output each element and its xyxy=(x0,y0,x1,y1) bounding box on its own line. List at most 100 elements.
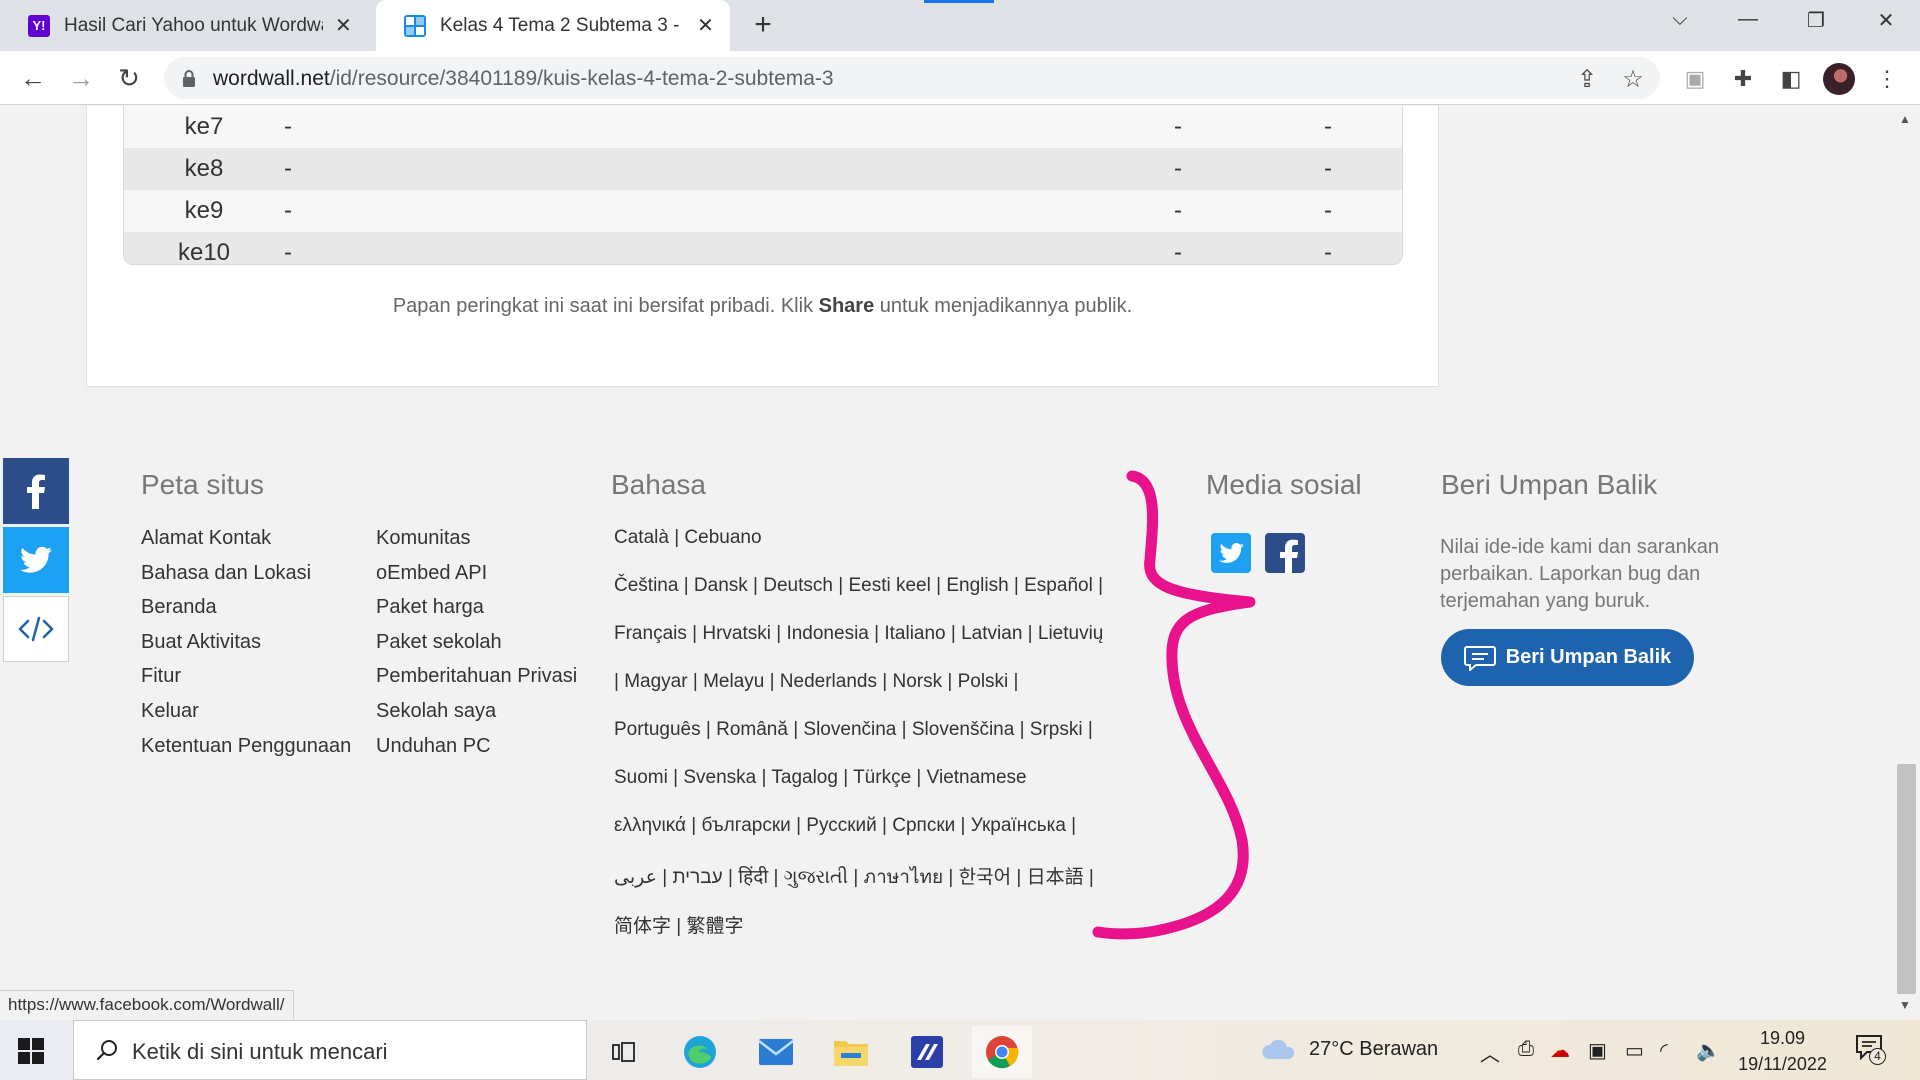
scroll-down-icon[interactable]: ▼ xyxy=(1899,998,1911,1012)
tab-search-chevron-icon[interactable]: ⌵ xyxy=(1660,8,1700,31)
volume-icon[interactable]: 🔈 xyxy=(1696,1038,1721,1063)
hand-drawn-brace-annotation xyxy=(1092,470,1256,940)
url-text: wordwall.net/id/resource/38401189/kuis-k… xyxy=(213,67,834,90)
notification-center-icon[interactable]: 4 xyxy=(1855,1034,1886,1065)
close-tab-icon[interactable]: ✕ xyxy=(333,13,354,38)
footer-link[interactable]: Fitur xyxy=(141,665,181,688)
meet-now-icon[interactable]: ⎙ xyxy=(1518,1038,1534,1061)
language-heading: Bahasa xyxy=(611,469,706,500)
vs-code-like-app-icon[interactable] xyxy=(897,1026,957,1078)
footer-link[interactable]: Unduhan PC xyxy=(376,735,491,758)
score-cell: - xyxy=(1174,155,1182,182)
embed-button[interactable] xyxy=(3,596,69,662)
taskbar-clock[interactable]: 19.09 19/11/2022 xyxy=(1735,1025,1830,1077)
chat-bubble-icon xyxy=(1463,645,1496,671)
facebook-icon[interactable] xyxy=(1265,533,1305,573)
profile-avatar[interactable] xyxy=(1823,63,1855,95)
table-row: ke7 - - - xyxy=(124,106,1402,148)
file-explorer-icon[interactable] xyxy=(821,1026,881,1078)
weather-text[interactable]: 27°C Berawan xyxy=(1309,1038,1438,1061)
footer-link[interactable]: Pemberitahuan Privasi xyxy=(376,665,577,688)
side-panel-icon[interactable]: ◧ xyxy=(1776,64,1806,94)
close-tab-icon[interactable]: ✕ xyxy=(695,13,716,38)
wifi-icon[interactable]: ◜ xyxy=(1660,1038,1668,1063)
lock-icon xyxy=(183,70,195,87)
footer-link[interactable]: Buat Aktivitas xyxy=(141,631,261,654)
bookmark-star-icon[interactable]: ☆ xyxy=(1618,65,1648,94)
facebook-icon xyxy=(27,474,45,509)
language-links-row[interactable]: Čeština | Dansk | Deutsch | Eesti keel |… xyxy=(614,575,1103,597)
tab-title: Kelas 4 Tema 2 Subtema 3 - Kuis xyxy=(440,14,685,36)
language-links-row[interactable]: Français | Hrvatski | Indonesia | Italia… xyxy=(614,623,1154,645)
footer-link[interactable]: Paket harga xyxy=(376,596,484,619)
score-cell: - xyxy=(1174,113,1182,140)
reload-icon[interactable]: ↻ xyxy=(112,61,146,95)
address-bar[interactable]: wordwall.net/id/resource/38401189/kuis-k… xyxy=(164,57,1660,99)
name-cell: - xyxy=(284,197,292,224)
footer-link[interactable]: Komunitas xyxy=(376,527,471,550)
language-links-row[interactable]: 简体字 | 繁體字 xyxy=(614,911,744,938)
language-links-row[interactable]: Português | Română | Slovenčina | Sloven… xyxy=(614,719,1093,741)
mail-icon[interactable] xyxy=(746,1026,806,1078)
onedrive-error-icon[interactable]: ☁ xyxy=(1550,1038,1570,1063)
language-links-row[interactable]: Suomi | Svenska | Tagalog | Türkçe | Vie… xyxy=(614,767,1027,789)
language-links-row[interactable]: | Magyar | Melayu | Nederlands | Norsk |… xyxy=(614,671,1018,693)
footer-link[interactable]: oEmbed API xyxy=(376,562,487,585)
share-icon[interactable]: ⇪ xyxy=(1572,65,1602,94)
name-cell: - xyxy=(284,239,292,265)
rank-cell: ke7 xyxy=(184,113,224,140)
link-status-bar: https://www.facebook.com/Wordwall/ xyxy=(0,990,294,1019)
notification-count-badge: 4 xyxy=(1869,1048,1886,1065)
search-icon xyxy=(96,1040,117,1061)
footer-link[interactable]: Ketentuan Penggunaan xyxy=(141,735,351,758)
close-window-icon[interactable]: ✕ xyxy=(1866,8,1906,33)
score-cell: - xyxy=(1174,239,1182,265)
tab-strip: Y! Hasil Cari Yahoo untuk Wordwall ✕ Kel… xyxy=(0,0,1920,51)
twitter-icon xyxy=(20,546,52,573)
tab-wordwall-quiz[interactable]: Kelas 4 Tema 2 Subtema 3 - Kuis ✕ xyxy=(376,0,730,51)
forward-icon[interactable]: → xyxy=(64,61,98,95)
restore-icon[interactable]: ❐ xyxy=(1796,8,1836,33)
clock-time: 19.09 xyxy=(1759,1028,1806,1048)
language-links-row[interactable]: עברית | عربى | हिंदी | ગુજરાતી | ภาษาไทย… xyxy=(614,862,1094,892)
browser-toolbar: ← → ↻ wordwall.net/id/resource/38401189/… xyxy=(0,51,1920,105)
extensions-puzzle-icon[interactable]: ✚ xyxy=(1728,64,1758,94)
task-view-icon[interactable] xyxy=(594,1026,654,1078)
feedback-description: Nilai ide-ide kami dan sarankan perbaika… xyxy=(1440,536,1720,612)
share-facebook-button[interactable] xyxy=(3,458,69,524)
scroll-up-icon[interactable]: ▲ xyxy=(1899,112,1911,126)
display-icon[interactable]: ▣ xyxy=(1588,1038,1607,1063)
menu-kebab-icon[interactable]: ⋮ xyxy=(1872,64,1902,94)
time-cell: - xyxy=(1324,155,1332,182)
score-cell: - xyxy=(1174,197,1182,224)
feedback-button[interactable]: Beri Umpan Balik xyxy=(1441,629,1694,686)
back-icon[interactable]: ← xyxy=(16,61,50,95)
windows-start-icon[interactable] xyxy=(18,1038,44,1064)
footer-link[interactable]: Keluar xyxy=(141,700,199,723)
rank-cell: ke10 xyxy=(177,239,231,265)
feedback-heading: Beri Umpan Balik xyxy=(1441,469,1658,500)
scrollbar-thumb[interactable] xyxy=(1897,764,1916,994)
extension-pocket-icon[interactable]: ▣ xyxy=(1680,64,1710,94)
language-links-row[interactable]: Català | Cebuano xyxy=(614,527,762,549)
name-cell: - xyxy=(284,113,292,140)
show-hidden-icons-chevron[interactable]: ︿ xyxy=(1480,1038,1500,1067)
footer-link[interactable]: Sekolah saya xyxy=(376,700,496,723)
battery-icon[interactable]: ▭ xyxy=(1625,1038,1644,1063)
chrome-icon[interactable] xyxy=(972,1026,1032,1078)
new-tab-icon[interactable]: + xyxy=(748,8,778,42)
sitemap-heading: Peta situs xyxy=(141,469,264,500)
tab-yahoo-search[interactable]: Y! Hasil Cari Yahoo untuk Wordwall ✕ xyxy=(0,0,368,51)
footer-link[interactable]: Bahasa dan Lokasi xyxy=(141,562,311,585)
share-link[interactable]: Share xyxy=(819,295,875,317)
footer-link[interactable]: Paket sekolah xyxy=(376,631,502,654)
footer-link[interactable]: Beranda xyxy=(141,596,217,619)
taskbar-search-box[interactable]: Ketik di sini untuk mencari xyxy=(73,1020,587,1080)
edge-icon[interactable] xyxy=(670,1026,730,1078)
minimize-icon[interactable]: — xyxy=(1728,8,1768,31)
windows-taskbar: Ketik di sini untuk mencari 27°C Berawan… xyxy=(0,1020,1920,1080)
language-links-row[interactable]: ελληνικά | български | Русский | Српски … xyxy=(614,815,1076,837)
leaderboard-note: Papan peringkat ini saat ini bersifat pr… xyxy=(392,295,1133,317)
share-twitter-button[interactable] xyxy=(3,527,69,593)
footer-link[interactable]: Alamat Kontak xyxy=(141,527,271,550)
